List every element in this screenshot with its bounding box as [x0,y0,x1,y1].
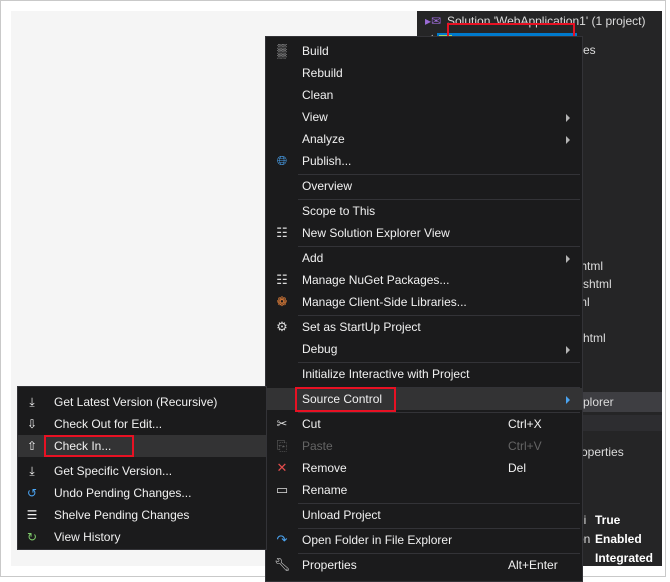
menu-item-rebuild[interactable]: Rebuild [266,62,582,84]
solution-icon: ▸✉ [425,14,442,28]
menu-shortcut: Alt+Enter [508,558,558,572]
menu-label: Get Latest Version (Recursive) [54,395,218,409]
checkin-icon: ⇧ [26,439,38,453]
submenu-arrow-icon [566,255,570,263]
submenu-arrow-icon [566,114,570,122]
menu-label: Rename [302,483,348,497]
menu-label: Analyze [302,132,345,146]
menu-label: Publish... [302,154,352,168]
x-icon: ✕ [276,460,288,475]
property-value[interactable]: True [595,513,620,527]
submenu-arrow-icon [566,396,570,404]
scissors-icon: ✂ [276,416,288,431]
clipboard-icon: ⎘ [276,438,288,453]
menu-label: New Solution Explorer View [302,226,450,240]
undo-icon: ↺ [26,486,38,500]
menu-label: Manage NuGet Packages... [302,273,450,287]
submenu-item-view-history[interactable]: ↻ View History [18,526,266,548]
globe-icon: 🌐︎ [276,153,288,168]
menu-label: Remove [302,461,347,475]
submenu-item-get-specific[interactable]: ⤓ Get Specific Version... [18,460,266,482]
menu-label: Get Specific Version... [54,464,173,478]
menu-item-manage-nuget[interactable]: ☷ Manage NuGet Packages... [266,269,582,291]
properties-toolbar [577,415,662,431]
menu-shortcut: Del [508,461,527,475]
menu-shortcut: Ctrl+X [508,417,542,431]
wrench-icon: 🔧︎ [273,557,291,572]
menu-label: Open Folder in File Explorer [302,533,453,547]
menu-label: Debug [302,342,338,356]
menu-item-overview[interactable]: Overview [266,175,582,197]
menu-label: Manage Client-Side Libraries... [302,295,467,309]
menu-item-cut[interactable]: ✂ Cut Ctrl+X [266,413,582,435]
folder-arrow-icon: ↷ [276,532,288,547]
menu-item-debug[interactable]: Debug [266,338,582,360]
menu-item-initialize-interactive[interactable]: Initialize Interactive with Project [266,363,582,385]
menu-item-open-folder[interactable]: ↷ Open Folder in File Explorer [266,529,582,551]
nuget-icon: ☷ [276,272,288,287]
properties-title[interactable]: roperties [577,445,624,459]
menu-label: Cut [302,417,321,431]
get-latest-icon: ⤓ [29,395,35,409]
menu-label: Add [302,251,324,265]
submenu-item-check-out[interactable]: ⇩ Check Out for Edit... [18,413,266,435]
shelve-icon: ☰ [26,508,38,522]
menu-shortcut: Ctrl+V [508,439,542,453]
menu-item-clean[interactable]: Clean [266,84,582,106]
menu-item-set-startup[interactable]: ⚙ Set as StartUp Project [266,316,582,338]
history-icon: ↻ [26,530,38,544]
menu-item-add[interactable]: Add [266,247,582,269]
menu-label: Properties [302,558,357,572]
build-icon: ▒ [277,43,287,58]
menu-label: Paste [302,439,333,453]
gear-icon: ⚙ [276,319,288,334]
menu-label: Undo Pending Changes... [54,486,192,500]
menu-label: Shelve Pending Changes [54,508,190,522]
menu-label: View History [54,530,121,544]
menu-item-unload-project[interactable]: Unload Project [266,504,582,526]
property-value[interactable]: Integrated [595,551,653,565]
menu-label: Initialize Interactive with Project [302,367,470,381]
get-specific-icon: ⤓ [29,464,35,478]
property-value[interactable]: Enabled [595,532,642,546]
check-in-highlight-box [44,435,134,457]
submenu-arrow-icon [566,136,570,144]
menu-item-view[interactable]: View [266,106,582,128]
rename-icon: ▭ [275,482,289,497]
menu-label: Scope to This [302,204,376,218]
menu-label: Clean [302,88,334,102]
menu-item-paste[interactable]: ⎘ Paste Ctrl+V [266,435,582,457]
source-control-highlight-box [295,387,396,412]
menu-item-scope-to-this[interactable]: Scope to This [266,200,582,222]
menu-label: Check Out for Edit... [54,417,163,431]
menu-item-publish[interactable]: 🌐︎ Publish... [266,150,582,172]
menu-label: Rebuild [302,66,343,80]
menu-label: Unload Project [302,508,381,522]
source-control-submenu: ⤓ Get Latest Version (Recursive) ⇩ Check… [17,386,267,550]
submenu-item-get-latest[interactable]: ⤓ Get Latest Version (Recursive) [18,391,266,413]
window-frame: ▸✉ Solution 'WebApplication1' (1 project)… [0,0,666,582]
menu-item-remove[interactable]: ✕ Remove Del [266,457,582,479]
checkout-icon: ⇩ [26,417,38,431]
submenu-arrow-icon [566,346,570,354]
libraries-icon: ❁ [276,294,288,309]
menu-item-new-solution-explorer-view[interactable]: ☷ New Solution Explorer View [266,222,582,244]
menu-label: Set as StartUp Project [302,320,421,334]
menu-label: Build [302,44,329,58]
solution-explorer-tab[interactable]: plorer [577,392,662,412]
project-context-menu: ▒ Build Rebuild Clean View Analyze 🌐︎ Pu… [265,36,583,582]
menu-item-rename[interactable]: ▭ Rename [266,479,582,501]
submenu-item-shelve-pending[interactable]: ☰ Shelve Pending Changes [18,504,266,526]
new-view-icon: ☷ [276,225,288,240]
menu-item-properties[interactable]: 🔧︎ Properties Alt+Enter [266,554,582,576]
menu-item-build[interactable]: ▒ Build [266,40,582,62]
menu-label: View [302,110,328,124]
menu-label: Overview [302,179,353,193]
menu-item-manage-client-libraries[interactable]: ❁ Manage Client-Side Libraries... [266,291,582,313]
submenu-item-undo-pending[interactable]: ↺ Undo Pending Changes... [18,482,266,504]
menu-item-analyze[interactable]: Analyze [266,128,582,150]
